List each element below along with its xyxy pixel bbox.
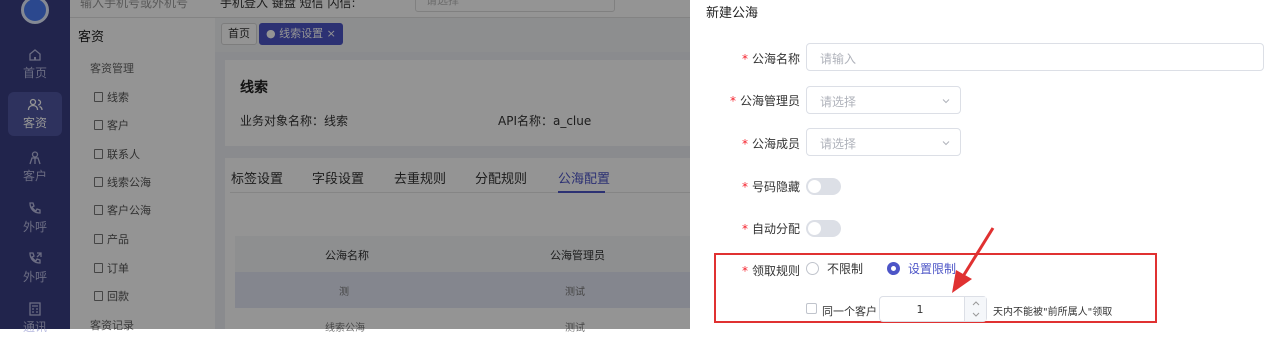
pool-admin-select[interactable]: 请选择	[806, 86, 961, 114]
pool-members-label: * 公海成员	[741, 137, 800, 151]
radio-unlimited[interactable]	[806, 262, 819, 275]
same-customer-checkbox[interactable]	[806, 303, 817, 314]
pool-name-label: * 公海名称	[741, 52, 800, 66]
modal-overlay[interactable]	[0, 0, 720, 329]
drawer-title: 新建公海	[706, 6, 759, 21]
claim-rule-label: * 领取规则	[741, 264, 800, 278]
chevron-down-icon	[942, 99, 950, 104]
radio-set-limit[interactable]	[887, 262, 900, 275]
days-number-input[interactable]: 1	[879, 296, 987, 322]
radio-set-limit-label[interactable]: 设置限制	[908, 260, 956, 277]
pool-name-input[interactable]: 请输入	[806, 43, 1264, 71]
pool-admin-label: * 公海管理员	[729, 94, 800, 108]
chevron-up-icon[interactable]	[965, 297, 987, 321]
days-suffix: 天内不能被"前所属人"领取	[993, 307, 1113, 318]
auto-assign-label: * 自动分配	[741, 222, 800, 236]
number-stepper[interactable]	[964, 297, 986, 321]
same-customer-label: 同一个客户	[822, 305, 877, 318]
hide-number-switch[interactable]	[806, 178, 841, 195]
auto-assign-switch[interactable]	[806, 220, 841, 237]
hide-number-label: * 号码隐藏	[741, 180, 800, 194]
radio-unlimited-label[interactable]: 不限制	[827, 260, 863, 277]
new-pool-drawer: 新建公海 * 公海名称 请输入 * 公海管理员 请选择 * 公海成员 请选择 * 号码隐…	[690, 0, 1280, 329]
pool-members-select[interactable]: 请选择	[806, 128, 961, 156]
chevron-down-icon	[942, 141, 950, 146]
